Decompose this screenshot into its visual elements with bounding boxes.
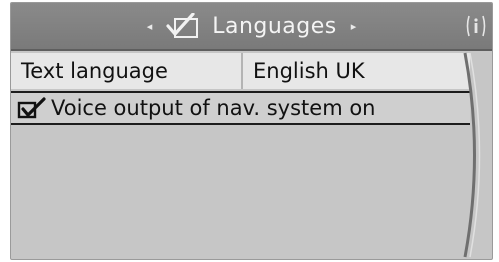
info-icon[interactable] (465, 13, 487, 39)
next-arrow-icon[interactable]: ▸ (351, 20, 357, 33)
title-group: ◂ Languages ▸ (11, 3, 492, 49)
voice-output-row[interactable]: Voice output of nav. system on (11, 91, 470, 125)
page-title: Languages (212, 13, 337, 39)
title-bar: ◂ Languages ▸ (11, 3, 492, 51)
previous-arrow-icon[interactable]: ◂ (147, 20, 153, 33)
text-language-label: Text language (11, 53, 243, 89)
voice-output-label: Voice output of nav. system on (51, 96, 376, 120)
text-language-row[interactable]: Text language English UK (11, 53, 470, 89)
scroll-indicator[interactable] (462, 51, 492, 259)
checkbox-icon (166, 13, 199, 38)
display-screen: ◂ Languages ▸ Text language English UK V… (10, 2, 493, 260)
voice-output-checkbox-icon[interactable] (17, 97, 47, 119)
text-language-value[interactable]: English UK (243, 53, 470, 89)
